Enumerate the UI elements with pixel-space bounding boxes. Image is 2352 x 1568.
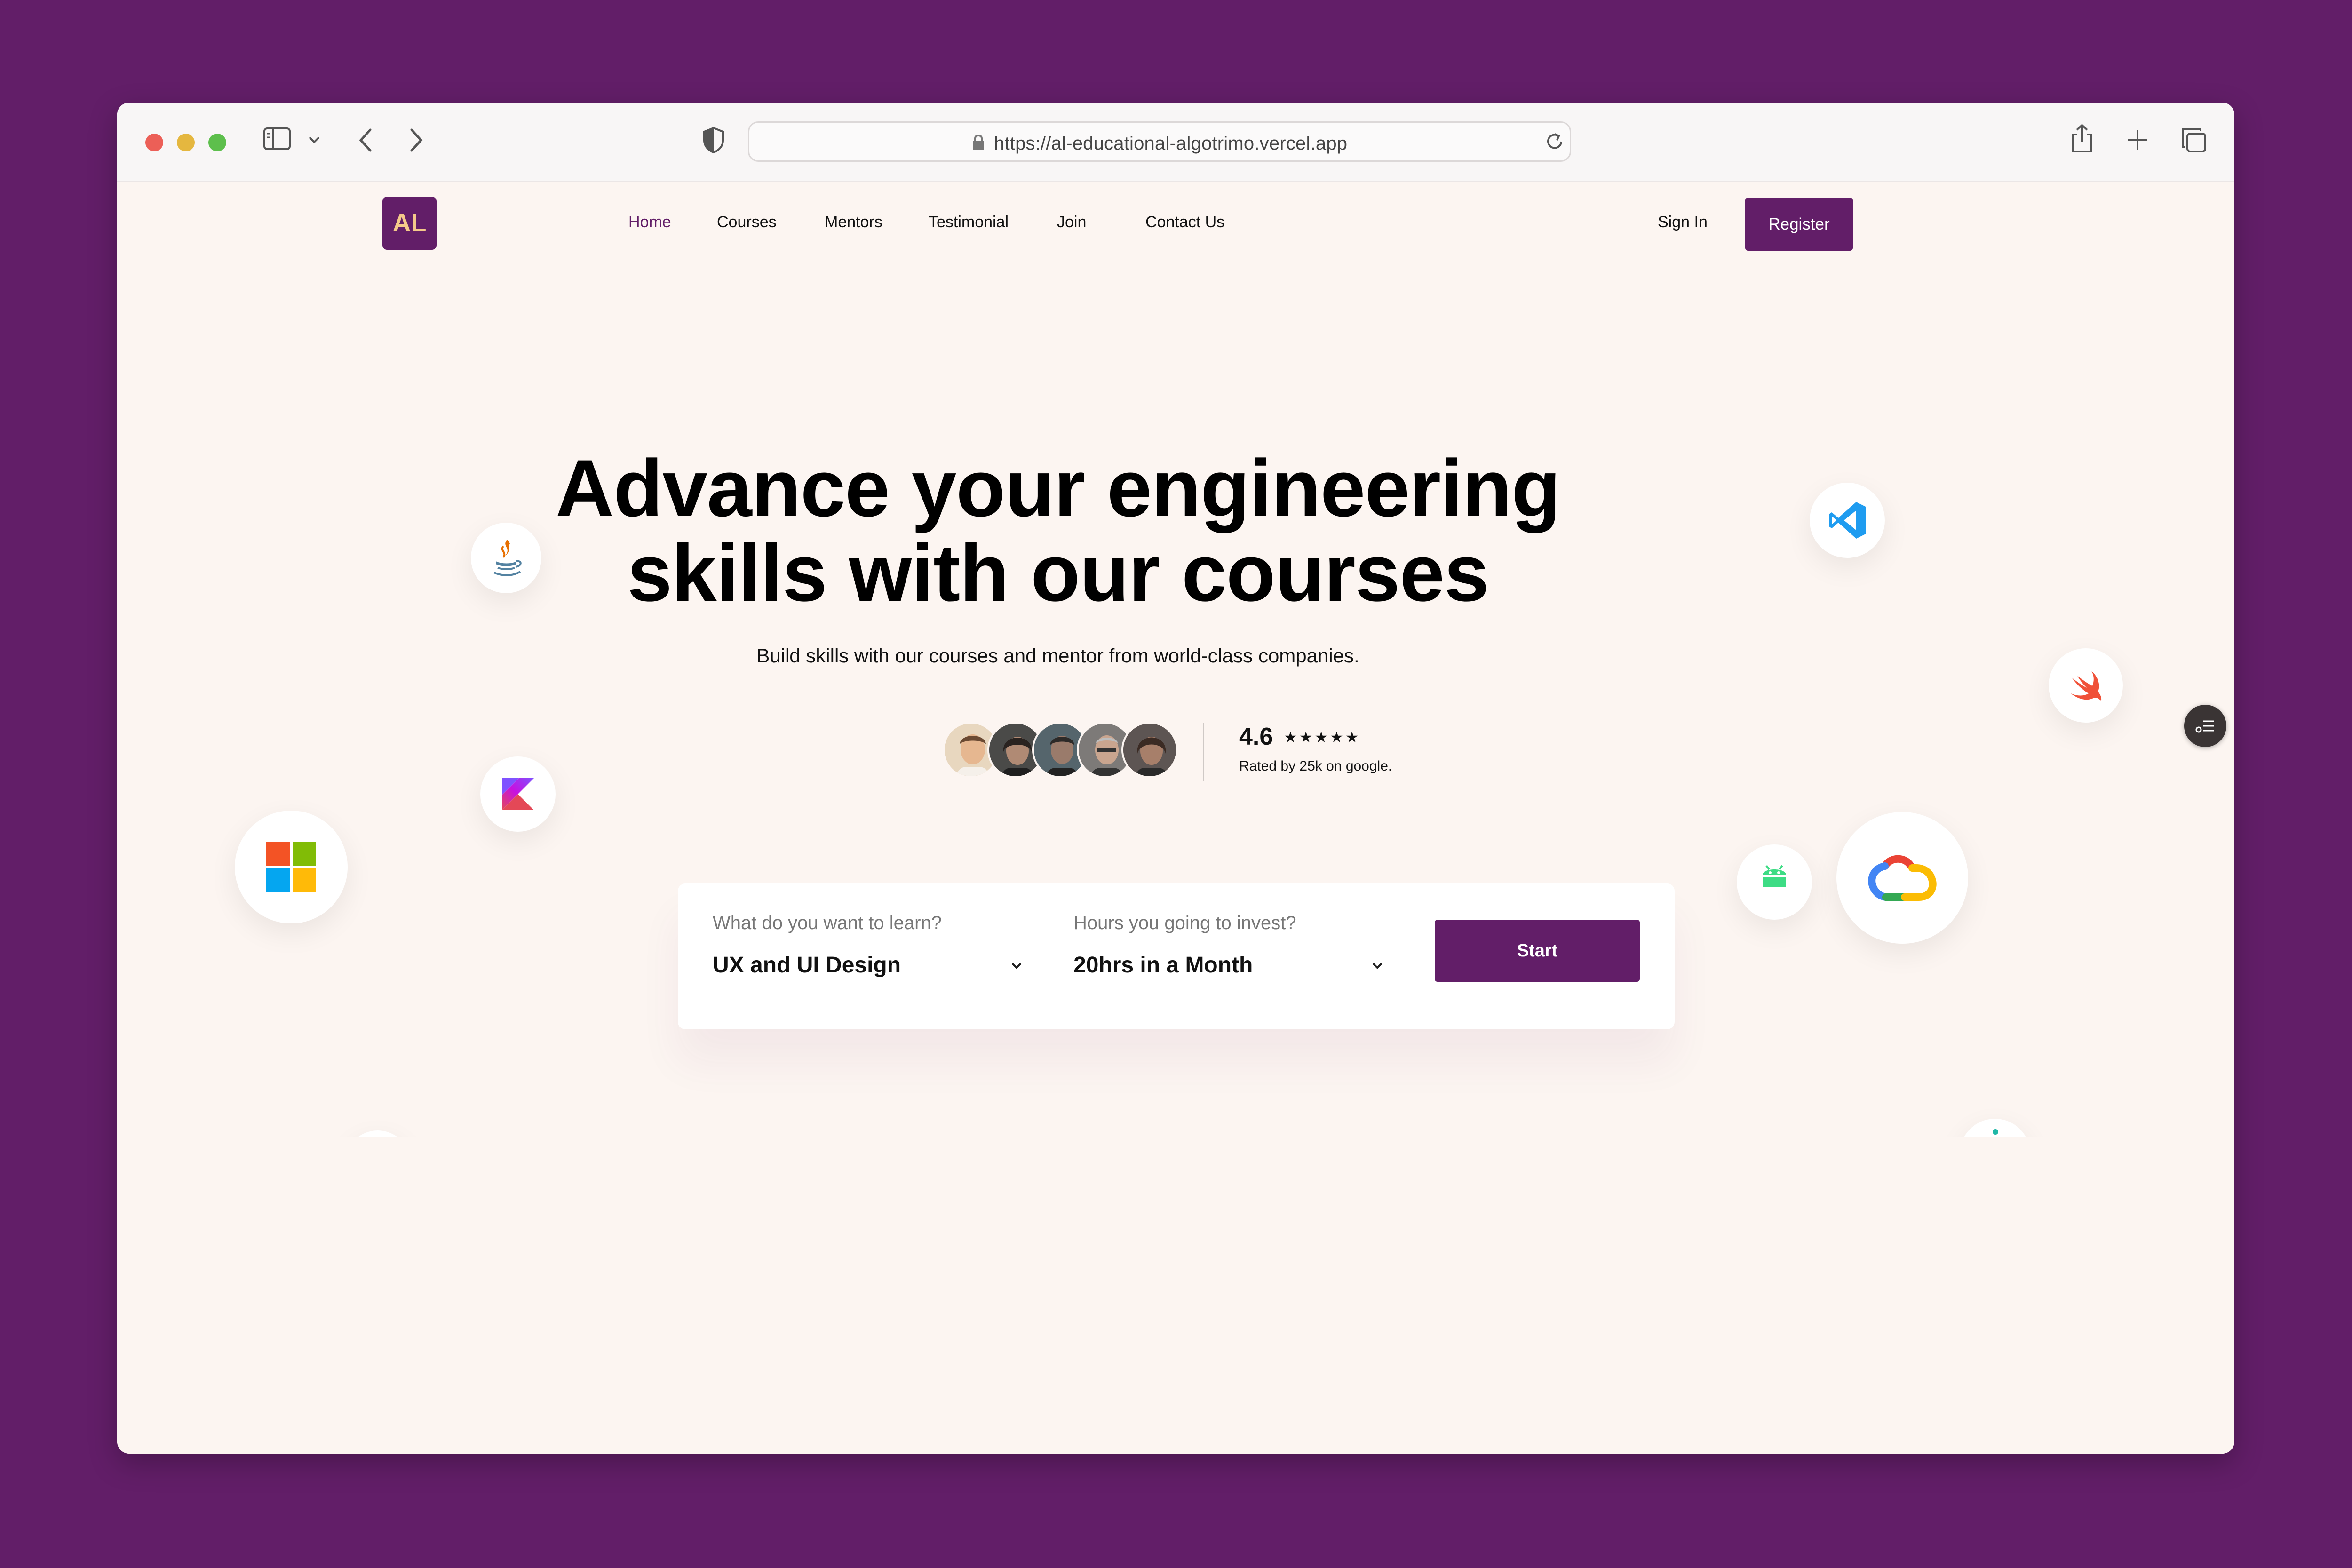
browser-window: https://al-educational-algotrimo.vercel.… [117, 103, 2234, 1454]
sign-in-link[interactable]: Sign In [1658, 213, 1708, 231]
forward-icon[interactable] [409, 127, 425, 153]
hours-select[interactable]: 20hrs in a Month [1073, 952, 1253, 978]
nav-courses[interactable]: Courses [717, 213, 777, 231]
swift-icon [2049, 648, 2123, 723]
close-window-button[interactable] [145, 134, 163, 151]
minimize-window-button[interactable] [177, 134, 195, 151]
java-icon [471, 523, 541, 593]
mentor-avatars [943, 722, 1187, 783]
google-cloud-icon [1836, 812, 1968, 944]
list-icon [2195, 720, 2214, 733]
hero-title-line-2: skills with our courses [627, 528, 1489, 618]
vscode-icon [1810, 483, 1885, 558]
new-tab-icon[interactable] [2126, 128, 2149, 151]
chevron-down-icon[interactable] [1370, 959, 1384, 973]
rating-divider [1203, 723, 1204, 781]
lock-icon [973, 135, 984, 150]
browser-toolbar: https://al-educational-algotrimo.vercel.… [117, 103, 2234, 182]
reload-icon[interactable] [1544, 131, 1565, 152]
register-button[interactable]: Register [1745, 198, 1853, 251]
privacy-shield-icon[interactable] [702, 126, 725, 154]
hero-subtitle: Build skills with our courses and mentor… [756, 645, 1359, 667]
avatar [1121, 722, 1178, 778]
page-lower-area [117, 1137, 2234, 1454]
url-text: https://al-educational-algotrimo.vercel.… [994, 133, 1348, 154]
hero-title-line-1: Advance your engineering [555, 443, 1561, 533]
tab-overview-icon[interactable] [2180, 126, 2208, 154]
maximize-window-button[interactable] [208, 134, 226, 151]
learn-select[interactable]: UX and UI Design [713, 952, 901, 978]
android-icon [1737, 844, 1812, 920]
hero-title: Advance your engineering skills with our… [470, 446, 1646, 615]
chevron-down-icon[interactable] [308, 135, 320, 144]
sidebar-toggle-icon[interactable] [263, 127, 291, 151]
nav-contact-us[interactable]: Contact Us [1145, 213, 1224, 231]
rating-note: Rated by 25k on google. [1239, 758, 1392, 774]
nav-home[interactable]: Home [628, 213, 671, 231]
microsoft-icon [235, 811, 348, 923]
nav-join[interactable]: Join [1057, 213, 1086, 231]
nav-testimonial[interactable]: Testimonial [929, 213, 1009, 231]
hours-label: Hours you going to invest? [1073, 913, 1296, 933]
rating-value: 4.6 [1239, 723, 1273, 750]
nav-mentors[interactable]: Mentors [825, 213, 882, 231]
rating-stars: ★★★★★ [1284, 729, 1361, 746]
table-of-contents-button[interactable] [2184, 705, 2226, 747]
address-bar[interactable]: https://al-educational-algotrimo.vercel.… [748, 121, 1571, 162]
chevron-down-icon[interactable] [1009, 959, 1024, 973]
share-icon[interactable] [2070, 123, 2094, 154]
kotlin-icon [480, 756, 556, 832]
back-icon[interactable] [357, 127, 373, 153]
learn-label: What do you want to learn? [713, 913, 942, 933]
start-button[interactable]: Start [1435, 920, 1640, 982]
logo[interactable]: AL [382, 197, 437, 250]
